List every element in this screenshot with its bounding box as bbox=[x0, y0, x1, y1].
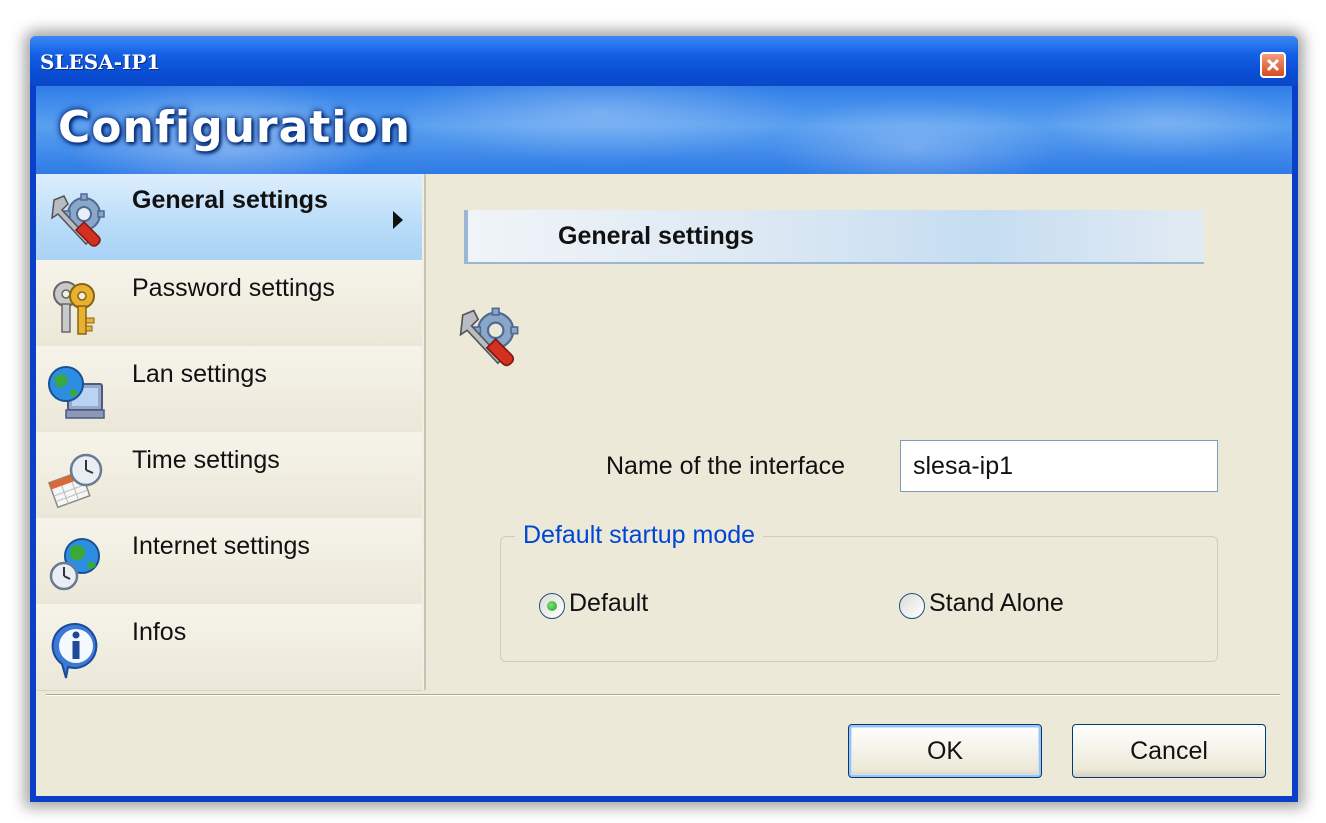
keys-icon bbox=[53, 281, 95, 335]
radio-default[interactable]: Default bbox=[539, 589, 679, 623]
sidebar-item-label: Lan settings bbox=[132, 360, 267, 388]
close-icon bbox=[1266, 58, 1280, 72]
sidebar-item-lan-settings[interactable]: Lan settings bbox=[36, 346, 422, 433]
settings-panel: General settings Name of the interface D… bbox=[426, 174, 1292, 690]
header-banner: Configuration bbox=[36, 86, 1292, 174]
sidebar-item-time-settings[interactable]: Time settings bbox=[36, 432, 422, 519]
ok-button[interactable]: OK bbox=[848, 724, 1042, 778]
info-icon bbox=[51, 622, 98, 679]
sidebar-item-label: Time settings bbox=[132, 446, 280, 474]
radio-circle bbox=[539, 593, 565, 619]
settings-wrench-gear-icon bbox=[51, 193, 105, 247]
footer-divider bbox=[46, 694, 1280, 696]
sidebar-item-general-settings[interactable]: General settings bbox=[36, 174, 422, 261]
sidebar-item-label: Password settings bbox=[132, 274, 335, 302]
sidebar-item-password-settings[interactable]: Password settings bbox=[36, 260, 422, 347]
cancel-button[interactable]: Cancel bbox=[1072, 724, 1266, 778]
settings-sidebar: General settings Password settings Lan s… bbox=[36, 174, 426, 691]
sidebar-item-label: General settings bbox=[132, 186, 328, 214]
clock-calendar-icon bbox=[48, 453, 103, 509]
section-title: General settings bbox=[558, 222, 754, 250]
client-area: General settings Password settings Lan s… bbox=[36, 174, 1292, 796]
title-bar[interactable]: SLESA-IP1 bbox=[30, 36, 1298, 86]
section-header: General settings bbox=[464, 210, 1204, 264]
caret-right-icon bbox=[393, 211, 403, 229]
radio-circle bbox=[899, 593, 925, 619]
interface-name-label: Name of the interface bbox=[606, 452, 846, 480]
interface-name-input[interactable] bbox=[900, 440, 1218, 492]
close-button[interactable] bbox=[1260, 52, 1286, 78]
sidebar-item-infos[interactable]: Infos bbox=[36, 604, 422, 691]
window-title: SLESA-IP1 bbox=[40, 50, 161, 74]
radio-selected-dot bbox=[547, 601, 557, 611]
sidebar-item-internet-settings[interactable]: Internet settings bbox=[36, 518, 422, 605]
startup-mode-group: Default startup mode Default Stand Alone bbox=[500, 521, 1218, 662]
config-window: SLESA-IP1 Configuration General settings… bbox=[30, 36, 1298, 802]
globe-clock-icon bbox=[49, 538, 100, 591]
settings-wrench-gear-icon bbox=[459, 307, 519, 367]
radio-label: Default bbox=[569, 589, 649, 617]
banner-title: Configuration bbox=[58, 102, 411, 153]
sidebar-item-label: Internet settings bbox=[132, 532, 310, 560]
radio-stand-alone[interactable]: Stand Alone bbox=[899, 589, 1099, 623]
radio-label: Stand Alone bbox=[929, 589, 1064, 617]
network-globe-computer-icon bbox=[48, 366, 105, 419]
sidebar-item-label: Infos bbox=[132, 618, 187, 646]
startup-mode-group-title: Default startup mode bbox=[515, 521, 764, 550]
